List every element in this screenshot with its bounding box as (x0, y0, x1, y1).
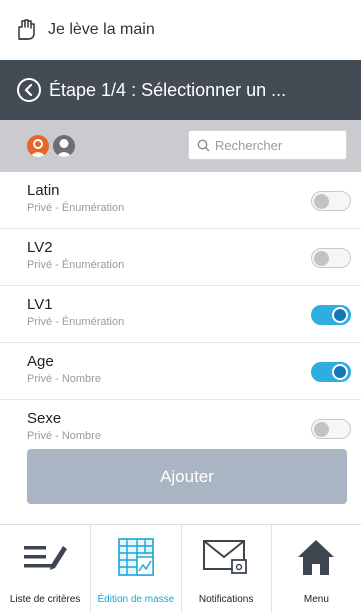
search-input[interactable] (215, 137, 335, 153)
toggle-switch[interactable] (311, 248, 351, 268)
tab-notifications[interactable]: Notifications (180, 525, 271, 612)
filter-bar (0, 120, 361, 172)
tab-menu[interactable]: Menu (270, 525, 361, 612)
step-title: Étape 1/4 : Sélectionner un ... (49, 79, 287, 100)
app-title: Je lève la main (48, 21, 155, 38)
toggle-switch[interactable] (311, 362, 351, 382)
back-button[interactable] (17, 78, 41, 102)
user-group-icon (30, 139, 46, 157)
envelope-icon (203, 540, 248, 574)
raised-hand-icon (18, 19, 35, 40)
toggle-knob (332, 364, 348, 380)
toggle-switch[interactable] (311, 191, 351, 211)
item-subtitle: Privé - Nombre (27, 373, 101, 385)
list-item[interactable]: Age Privé - Nombre (0, 343, 361, 400)
item-name: Sexe (27, 410, 62, 427)
step-bar: Étape 1/4 : Sélectionner un ... (0, 60, 361, 120)
toggle-switch[interactable] (311, 305, 351, 325)
item-subtitle: Privé - Énumération (27, 316, 125, 328)
list-edit-icon (24, 546, 68, 570)
tab-label: Édition de masse (97, 594, 175, 605)
tab-bar: Liste de critères Édition de masse Notif… (0, 524, 361, 612)
home-icon (298, 540, 335, 575)
tab-label: Liste de critères (9, 594, 81, 605)
search-icon (197, 139, 210, 151)
list-item[interactable]: LV1 Privé - Énumération (0, 286, 361, 343)
item-subtitle: Privé - Nombre (27, 430, 101, 442)
toggle-knob (332, 307, 348, 323)
tab-mass-edit[interactable]: Édition de masse (90, 525, 180, 612)
item-subtitle: Privé - Énumération (27, 202, 125, 214)
spreadsheet-icon (118, 538, 154, 576)
toggle-knob (314, 194, 329, 209)
item-subtitle: Privé - Énumération (27, 259, 125, 271)
tab-criteria-list[interactable]: Liste de critères (0, 525, 90, 612)
list-item[interactable]: LV2 Privé - Énumération (0, 229, 361, 286)
criteria-list: Latin Privé - Énumération LV2 Privé - Én… (0, 172, 361, 457)
user-icon (56, 139, 72, 157)
toggle-knob (314, 251, 329, 266)
avatar-user-icon[interactable] (53, 135, 75, 157)
list-item[interactable]: Latin Privé - Énumération (0, 172, 361, 229)
item-name: LV2 (27, 239, 53, 256)
avatar-group-icon[interactable] (27, 135, 49, 157)
item-name: Latin (27, 182, 60, 199)
add-button[interactable]: Ajouter (27, 449, 347, 504)
tab-label: Menu (303, 594, 329, 605)
item-name: LV1 (27, 296, 53, 313)
tab-label: Notifications (198, 594, 254, 605)
toggle-knob (314, 422, 329, 437)
chevron-left-icon (24, 84, 33, 96)
item-name: Age (27, 353, 54, 370)
search-box[interactable] (188, 130, 347, 160)
toggle-switch[interactable] (311, 419, 351, 439)
app-header: Je lève la main (0, 0, 361, 60)
